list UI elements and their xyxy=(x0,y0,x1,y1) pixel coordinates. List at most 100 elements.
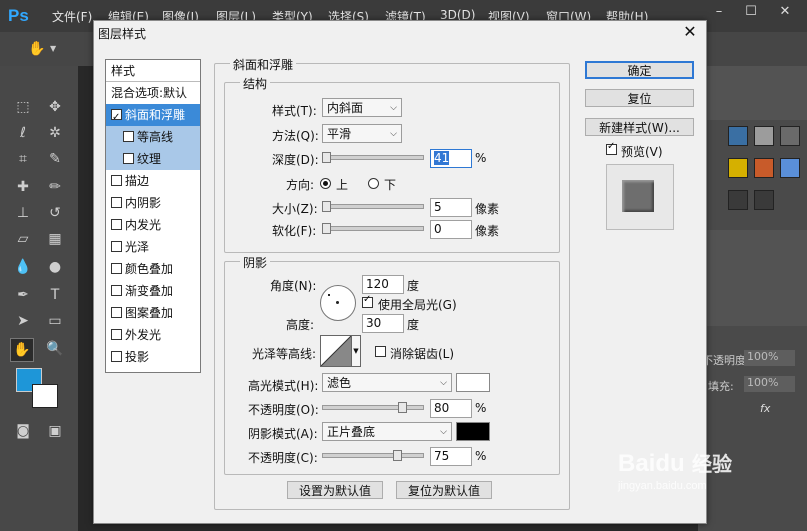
preview-checkbox[interactable]: ✓ xyxy=(606,141,617,155)
screen-mode-icon[interactable]: ▣ xyxy=(44,420,66,442)
healing-brush-icon[interactable]: ✚ xyxy=(12,176,34,198)
depth-slider[interactable] xyxy=(322,155,424,160)
style-swatch[interactable] xyxy=(754,158,774,178)
style-item[interactable]: 斜面和浮雕 xyxy=(106,104,200,129)
style-swatch[interactable] xyxy=(754,126,774,146)
fill-field[interactable]: 100% xyxy=(744,376,795,392)
crop-tool-icon[interactable]: ⌗ xyxy=(12,148,34,170)
style-checkbox[interactable] xyxy=(111,307,122,318)
direction-down-label[interactable]: 下 xyxy=(384,176,396,193)
brush-tool-icon[interactable]: ✏ xyxy=(44,176,66,198)
shadow-opacity-thumb[interactable] xyxy=(393,450,402,461)
style-item[interactable]: 图案叠加 xyxy=(106,302,200,324)
size-field[interactable]: 5 xyxy=(430,198,472,217)
reset-to-default-button[interactable]: 复位为默认值 xyxy=(396,481,492,499)
style-checkbox[interactable] xyxy=(111,351,122,362)
eyedropper-icon[interactable]: ✎ xyxy=(44,148,66,170)
depth-field[interactable]: 41 xyxy=(430,149,472,168)
soften-slider-thumb[interactable] xyxy=(322,223,331,234)
opacity-field[interactable]: 100% xyxy=(744,350,795,366)
lasso-tool-icon[interactable]: ℓ xyxy=(12,122,34,144)
path-select-icon[interactable]: ➤ xyxy=(12,310,34,332)
style-swatch[interactable] xyxy=(728,190,748,210)
history-brush-icon[interactable]: ↺ xyxy=(44,202,66,224)
style-checkbox[interactable] xyxy=(111,329,122,340)
style-item[interactable]: 描边 xyxy=(106,170,200,192)
style-swatch[interactable] xyxy=(754,190,774,210)
gradient-tool-icon[interactable]: ▦ xyxy=(44,228,66,250)
contour-dropdown-icon[interactable]: ▼ xyxy=(351,335,361,367)
type-tool-icon[interactable]: T xyxy=(44,284,66,306)
shape-tool-icon[interactable]: ▭ xyxy=(44,310,66,332)
style-item[interactable]: 内阴影 xyxy=(106,192,200,214)
technique-dropdown[interactable]: 平滑 ⌵ xyxy=(322,124,402,143)
magic-wand-icon[interactable]: ✲ xyxy=(44,122,66,144)
global-light-label[interactable]: 使用全局光(G) xyxy=(378,296,457,313)
highlight-opacity-slider[interactable] xyxy=(322,405,424,410)
shadow-color-swatch[interactable] xyxy=(456,422,490,441)
soften-field[interactable]: 0 xyxy=(430,220,472,239)
stamp-tool-icon[interactable]: ⊥ xyxy=(12,202,34,224)
direction-up-radio[interactable] xyxy=(320,178,331,189)
shadow-mode-dropdown[interactable]: 正片叠底 ⌵ xyxy=(322,422,452,441)
style-swatch[interactable] xyxy=(728,126,748,146)
soften-slider[interactable] xyxy=(322,226,424,231)
pen-tool-icon[interactable]: ✒ xyxy=(12,284,34,306)
shadow-opacity-field[interactable]: 75 xyxy=(430,447,472,466)
quick-mask-icon[interactable]: ◙ xyxy=(12,420,34,442)
anti-aliased-checkbox[interactable] xyxy=(375,346,386,357)
highlight-color-swatch[interactable] xyxy=(456,373,490,392)
maximize-icon[interactable]: ☐ xyxy=(738,0,764,26)
style-item[interactable]: 等高线 xyxy=(106,126,200,148)
highlight-mode-dropdown[interactable]: 滤色 ⌵ xyxy=(322,373,452,392)
style-checkbox[interactable] xyxy=(111,241,122,252)
style-item[interactable]: 外发光 xyxy=(106,324,200,346)
shadow-opacity-slider[interactable] xyxy=(322,453,424,458)
gloss-contour-picker[interactable] xyxy=(320,335,352,367)
reset-button[interactable]: 复位 xyxy=(585,89,694,107)
dialog-close-icon[interactable]: ✕ xyxy=(680,22,700,42)
tool-preset-dropdown-icon[interactable]: ▼ xyxy=(50,44,56,53)
style-checkbox[interactable] xyxy=(111,107,122,129)
background-color-swatch[interactable] xyxy=(32,384,58,408)
make-default-button[interactable]: 设置为默认值 xyxy=(287,481,383,499)
style-checkbox[interactable] xyxy=(123,153,134,164)
hand-tool-icon[interactable]: ✋ xyxy=(26,38,48,60)
style-item[interactable]: 光泽 xyxy=(106,236,200,258)
style-checkbox[interactable] xyxy=(111,285,122,296)
style-item[interactable]: 颜色叠加 xyxy=(106,258,200,280)
style-item[interactable]: 渐变叠加 xyxy=(106,280,200,302)
minimize-icon[interactable]: – xyxy=(706,0,732,26)
eraser-tool-icon[interactable]: ▱ xyxy=(12,228,34,250)
direction-up-label[interactable]: 上 xyxy=(336,176,348,193)
fx-icon[interactable]: fx xyxy=(760,402,770,415)
move-tool-icon[interactable]: ✥ xyxy=(44,96,66,118)
depth-slider-thumb[interactable] xyxy=(322,152,331,163)
style-item[interactable]: 投影 xyxy=(106,346,200,368)
size-slider-thumb[interactable] xyxy=(322,201,331,212)
direction-down-radio[interactable] xyxy=(368,178,379,189)
highlight-opacity-field[interactable]: 80 xyxy=(430,399,472,418)
blending-options-item[interactable]: 混合选项:默认 xyxy=(106,82,200,104)
styles-header[interactable]: 样式 xyxy=(106,60,200,82)
size-slider[interactable] xyxy=(322,204,424,209)
marquee-tool-icon[interactable]: ⬚ xyxy=(12,96,34,118)
angle-field[interactable]: 120 xyxy=(362,275,404,294)
style-swatch[interactable] xyxy=(780,158,800,178)
style-checkbox[interactable] xyxy=(123,131,134,142)
global-light-checkbox[interactable]: ✓ xyxy=(362,294,373,308)
altitude-field[interactable]: 30 xyxy=(362,314,404,333)
ok-button[interactable]: 确定 xyxy=(585,61,694,79)
style-checkbox[interactable] xyxy=(111,197,122,208)
style-swatch[interactable] xyxy=(728,158,748,178)
highlight-opacity-thumb[interactable] xyxy=(398,402,407,413)
zoom-tool-icon[interactable]: 🔍 xyxy=(44,338,66,360)
style-swatch[interactable] xyxy=(780,126,800,146)
style-checkbox[interactable] xyxy=(111,219,122,230)
style-dropdown[interactable]: 内斜面 ⌵ xyxy=(322,98,402,117)
preview-label[interactable]: 预览(V) xyxy=(621,143,663,160)
style-checkbox[interactable] xyxy=(111,263,122,274)
menu-file[interactable]: 文件(F) xyxy=(52,8,92,25)
hand-tool-active-icon[interactable]: ✋ xyxy=(10,338,34,362)
anti-aliased-label[interactable]: 消除锯齿(L) xyxy=(390,345,454,362)
